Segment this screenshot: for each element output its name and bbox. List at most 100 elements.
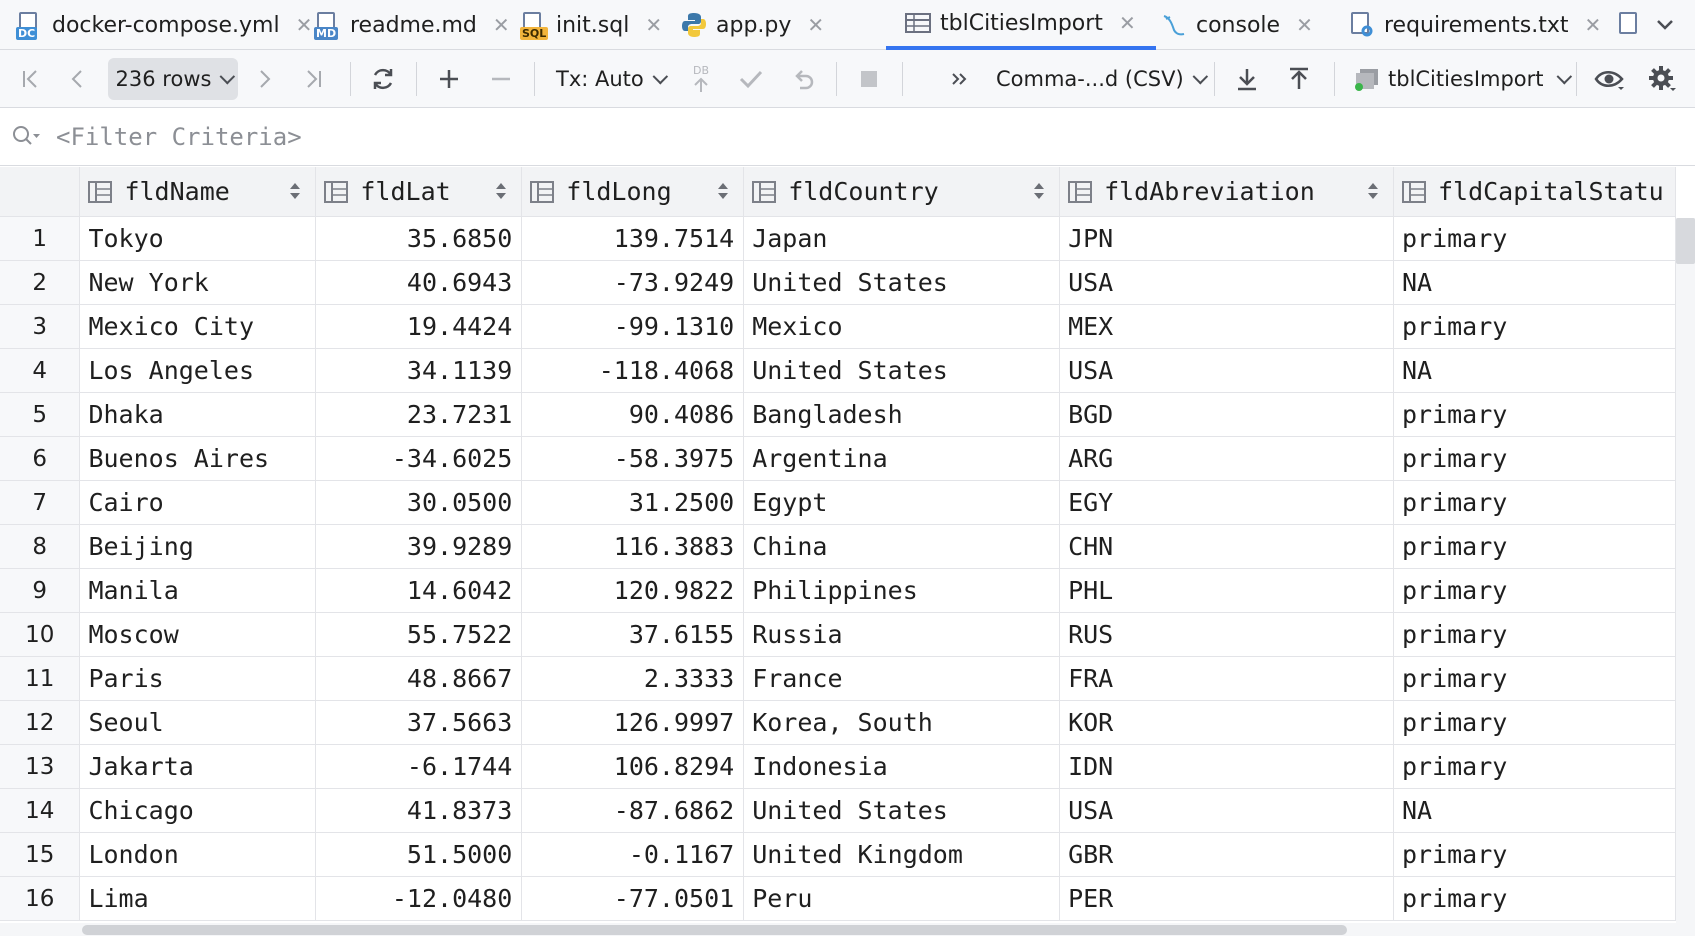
cell-name[interactable]: Dhaka: [79, 392, 317, 437]
close-icon[interactable]: ✕: [1296, 13, 1313, 37]
cell-lat[interactable]: 39.9289: [315, 524, 523, 569]
table-row[interactable]: 8 Beijing 39.9289 116.3883 China CHN primary: [0, 524, 1676, 569]
cell-lat[interactable]: 48.8667: [315, 656, 523, 701]
table-row[interactable]: 13 Jakarta -6.1744 106.8294 Indonesia IDN prim…: [0, 744, 1676, 789]
cell-name[interactable]: London: [79, 832, 317, 877]
cell-long[interactable]: -118.4068: [521, 348, 745, 393]
tab-overflow-file[interactable]: [1616, 0, 1652, 50]
db-commit-icon[interactable]: DB: [686, 50, 716, 108]
cell-name[interactable]: Tokyo: [79, 216, 317, 261]
cell-country[interactable]: Egypt: [743, 480, 1061, 525]
table-row[interactable]: 4 Los Angeles 34.1139 -118.4068 United State…: [0, 348, 1676, 393]
cell-name[interactable]: New York: [79, 260, 317, 305]
cell-abbreviation[interactable]: MEX: [1059, 304, 1394, 349]
cell-abbreviation[interactable]: CHN: [1059, 524, 1394, 569]
cell-abbreviation[interactable]: IDN: [1059, 744, 1394, 789]
cell-country[interactable]: United Kingdom: [743, 832, 1061, 877]
vertical-scrollbar[interactable]: [1676, 218, 1695, 923]
tab-readme[interactable]: MD readme.md ✕: [314, 0, 510, 50]
cell-lat[interactable]: 40.6943: [315, 260, 523, 305]
column-header-fldabreviation[interactable]: fldAbreviation: [1059, 167, 1394, 217]
row-count-selector[interactable]: 236 rows: [108, 58, 238, 100]
cell-country[interactable]: Russia: [743, 612, 1061, 657]
tab-requirements[interactable]: requirements.txt ✕: [1348, 0, 1601, 50]
cell-country[interactable]: United States: [743, 260, 1061, 305]
cell-country[interactable]: China: [743, 524, 1061, 569]
cell-lat[interactable]: -6.1744: [315, 744, 523, 789]
settings-gear-icon[interactable]: [1644, 50, 1680, 108]
cell-lat[interactable]: 14.6042: [315, 568, 523, 613]
table-row[interactable]: 5 Dhaka 23.7231 90.4086 Bangladesh BGD primary: [0, 392, 1676, 437]
search-icon[interactable]: [10, 123, 42, 151]
table-row[interactable]: 1 Tokyo 35.6850 139.7514 Japan JPN primary: [0, 216, 1676, 261]
cell-lat[interactable]: 37.5663: [315, 700, 523, 745]
cell-long[interactable]: -0.1167: [521, 832, 745, 877]
cell-capital-status[interactable]: primary: [1393, 304, 1676, 349]
cell-long[interactable]: 90.4086: [521, 392, 745, 437]
cell-capital-status[interactable]: primary: [1393, 480, 1676, 525]
cell-capital-status[interactable]: primary: [1393, 876, 1676, 921]
cell-name[interactable]: Beijing: [79, 524, 317, 569]
filter-criteria-input[interactable]: <Filter Criteria>: [56, 108, 302, 166]
tab-console[interactable]: console ✕: [1160, 0, 1313, 50]
cell-capital-status[interactable]: primary: [1393, 216, 1676, 261]
cell-country[interactable]: Argentina: [743, 436, 1061, 481]
column-header-fldlat[interactable]: fldLat: [315, 167, 523, 217]
cell-capital-status[interactable]: primary: [1393, 832, 1676, 877]
table-row[interactable]: 9 Manila 14.6042 120.9822 Philippines PHL prim…: [0, 568, 1676, 613]
cell-abbreviation[interactable]: EGY: [1059, 480, 1394, 525]
add-row-icon[interactable]: [432, 50, 466, 108]
submit-check-icon[interactable]: [734, 50, 768, 108]
cell-name[interactable]: Jakarta: [79, 744, 317, 789]
close-icon[interactable]: ✕: [645, 13, 662, 37]
cell-country[interactable]: Japan: [743, 216, 1061, 261]
cell-long[interactable]: -58.3975: [521, 436, 745, 481]
cell-long[interactable]: 139.7514: [521, 216, 745, 261]
cell-name[interactable]: Los Angeles: [79, 348, 317, 393]
import-upload-icon[interactable]: [1282, 50, 1316, 108]
column-header-fldname[interactable]: fldName: [79, 167, 317, 217]
cell-capital-status[interactable]: NA: [1393, 260, 1676, 305]
cell-long[interactable]: -87.6862: [521, 788, 745, 833]
cell-abbreviation[interactable]: PER: [1059, 876, 1394, 921]
cell-capital-status[interactable]: primary: [1393, 392, 1676, 437]
cell-country[interactable]: Indonesia: [743, 744, 1061, 789]
table-row[interactable]: 12 Seoul 37.5663 126.9997 Korea, South KOR pri…: [0, 700, 1676, 745]
cell-capital-status[interactable]: primary: [1393, 524, 1676, 569]
close-icon[interactable]: ✕: [493, 13, 510, 37]
cell-name[interactable]: Moscow: [79, 612, 317, 657]
stop-icon[interactable]: [852, 50, 886, 108]
cell-lat[interactable]: 35.6850: [315, 216, 523, 261]
cell-lat[interactable]: 55.7522: [315, 612, 523, 657]
first-page-icon[interactable]: [14, 50, 48, 108]
refresh-icon[interactable]: [366, 50, 400, 108]
cell-abbreviation[interactable]: FRA: [1059, 656, 1394, 701]
export-format-selector[interactable]: Comma-...d (CSV): [996, 50, 1208, 108]
tab-docker-compose[interactable]: DC docker-compose.yml ✕: [16, 0, 312, 50]
cell-name[interactable]: Lima: [79, 876, 317, 921]
table-row[interactable]: 2 New York 40.6943 -73.9249 United States USA…: [0, 260, 1676, 305]
column-header-fldcapitalstatus[interactable]: fldCapitalStatu: [1393, 167, 1676, 217]
column-header-fldlong[interactable]: fldLong: [521, 167, 745, 217]
cell-capital-status[interactable]: primary: [1393, 436, 1676, 481]
cell-abbreviation[interactable]: ARG: [1059, 436, 1394, 481]
cell-abbreviation[interactable]: USA: [1059, 348, 1394, 393]
vertical-scrollbar-thumb[interactable]: [1676, 218, 1695, 264]
horizontal-scrollbar-thumb[interactable]: [82, 925, 1347, 935]
cell-country[interactable]: Bangladesh: [743, 392, 1061, 437]
view-options-eye-icon[interactable]: [1592, 50, 1628, 108]
export-download-icon[interactable]: [1230, 50, 1264, 108]
last-page-icon[interactable]: [296, 50, 330, 108]
table-row[interactable]: 11 Paris 48.8667 2.3333 France FRA primary: [0, 656, 1676, 701]
cell-capital-status[interactable]: primary: [1393, 656, 1676, 701]
datasource-selector[interactable]: tblCitiesImport: [1352, 50, 1572, 108]
tab-tblcitiesimport[interactable]: tblCitiesImport ✕: [886, 0, 1156, 50]
cell-long[interactable]: 31.2500: [521, 480, 745, 525]
tab-init-sql[interactable]: SQL init.sql ✕: [520, 0, 662, 50]
cell-long[interactable]: 116.3883: [521, 524, 745, 569]
tab-list-chevron-icon[interactable]: [1650, 10, 1680, 40]
cell-abbreviation[interactable]: RUS: [1059, 612, 1394, 657]
cell-capital-status[interactable]: primary: [1393, 700, 1676, 745]
cell-name[interactable]: Paris: [79, 656, 317, 701]
cell-country[interactable]: United States: [743, 348, 1061, 393]
